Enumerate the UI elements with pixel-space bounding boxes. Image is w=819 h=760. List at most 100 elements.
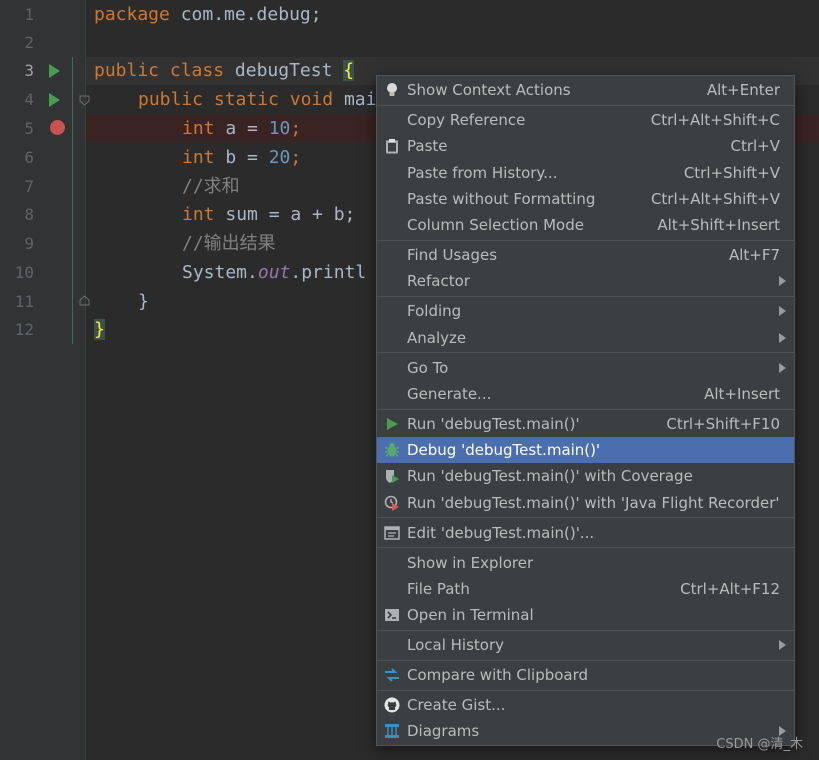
- coverage-icon: [386, 470, 399, 483]
- menu-item-show-in-explorer[interactable]: Show in Explorer: [377, 550, 794, 576]
- compare-icon: [385, 668, 399, 682]
- code-line[interactable]: public class debugTest {: [94, 57, 355, 85]
- profiler-icon: [384, 495, 399, 511]
- menu-item-label: Show Context Actions: [407, 81, 571, 99]
- code-line[interactable]: }: [138, 288, 149, 316]
- submenu-arrow-icon: [779, 306, 786, 316]
- breakpoint-icon[interactable]: [50, 120, 65, 135]
- menu-item-edit-configuration[interactable]: Edit 'debugTest.main()'...: [377, 520, 794, 546]
- menu-item-run-with-flight-recorder[interactable]: Run 'debugTest.main()' with 'Java Flight…: [377, 490, 794, 516]
- class-name: debugTest: [224, 60, 344, 81]
- run-main-gutter-icon[interactable]: [49, 93, 60, 107]
- code-line[interactable]: public static void mai: [138, 86, 376, 114]
- menu-item-copy-reference[interactable]: Copy Reference Ctrl+Alt+Shift+C: [377, 107, 794, 133]
- line-number: 6: [24, 148, 34, 167]
- code-comment[interactable]: //输出结果: [182, 230, 276, 258]
- number-literal: 10: [268, 118, 291, 139]
- code-line[interactable]: }: [94, 316, 105, 344]
- submenu-arrow-icon: [779, 333, 786, 343]
- menu-item-shortcut: Ctrl+Alt+F12: [680, 580, 780, 598]
- keyword: package: [94, 4, 170, 25]
- menu-separator: [377, 296, 794, 297]
- menu-item-column-selection-mode[interactable]: Column Selection Mode Alt+Shift+Insert: [377, 212, 794, 238]
- menu-separator: [377, 630, 794, 631]
- editor-gutter[interactable]: [0, 0, 86, 760]
- diagram-icon: [385, 724, 399, 738]
- code-line[interactable]: package com.me.debug;: [94, 1, 322, 29]
- menu-item-create-gist[interactable]: Create Gist...: [377, 692, 794, 718]
- menu-item-label: Debug 'debugTest.main()': [407, 441, 601, 459]
- menu-item-paste-without-formatting[interactable]: Paste without Formatting Ctrl+Alt+Shift+…: [377, 186, 794, 212]
- menu-item-shortcut: Alt+Insert: [704, 385, 780, 403]
- menu-item-paste-from-history[interactable]: Paste from History... Ctrl+Shift+V: [377, 160, 794, 186]
- code-line[interactable]: int sum = a + b;: [182, 201, 355, 229]
- menu-item-label: Generate...: [407, 385, 492, 403]
- run-class-gutter-icon[interactable]: [49, 64, 60, 78]
- code-comment[interactable]: //求和: [182, 173, 240, 201]
- menu-item-analyze[interactable]: Analyze: [377, 325, 794, 351]
- menu-item-shortcut: Ctrl+V: [730, 137, 780, 155]
- line-number: 11: [14, 292, 34, 311]
- code-line[interactable]: int b = 20;: [182, 144, 301, 172]
- menu-item-compare-with-clipboard[interactable]: Compare with Clipboard: [377, 662, 794, 688]
- menu-separator: [377, 409, 794, 410]
- line-number: 1: [24, 5, 34, 24]
- submenu-arrow-icon: [779, 640, 786, 650]
- menu-item-local-history[interactable]: Local History: [377, 632, 794, 658]
- menu-item-label: Run 'debugTest.main()': [407, 415, 580, 433]
- menu-item-debug-main[interactable]: Debug 'debugTest.main()': [377, 437, 794, 463]
- menu-item-shortcut: Alt+Enter: [706, 81, 780, 99]
- menu-item-run-main[interactable]: Run 'debugTest.main()' Ctrl+Shift+F10: [377, 411, 794, 437]
- line-number: 3: [24, 61, 34, 80]
- menu-separator: [377, 547, 794, 548]
- number-literal: 20: [268, 147, 291, 168]
- menu-item-run-with-coverage[interactable]: Run 'debugTest.main()' with Coverage: [377, 463, 794, 489]
- code-text: sum = a + b;: [214, 204, 356, 225]
- menu-item-find-usages[interactable]: Find Usages Alt+F7: [377, 242, 794, 268]
- menu-item-shortcut: Alt+F7: [728, 246, 780, 264]
- static-field: out: [257, 262, 291, 283]
- menu-item-folding[interactable]: Folding: [377, 298, 794, 324]
- menu-item-shortcut: Ctrl+Alt+Shift+C: [650, 111, 780, 129]
- fold-marker-icon[interactable]: [79, 95, 90, 106]
- editor-context-menu: Show Context Actions Alt+Enter Copy Refe…: [376, 75, 795, 746]
- menu-separator: [377, 690, 794, 691]
- code-line[interactable]: int a = 10;: [182, 115, 301, 143]
- menu-item-label: Refactor: [407, 272, 470, 290]
- menu-item-paste[interactable]: Paste Ctrl+V: [377, 133, 794, 159]
- menu-item-label: Find Usages: [407, 246, 498, 264]
- menu-item-shortcut: Ctrl+Alt+Shift+V: [650, 190, 780, 208]
- menu-item-open-in-terminal[interactable]: Open in Terminal: [377, 602, 794, 628]
- menu-item-label: Go To: [407, 359, 449, 377]
- menu-separator: [377, 352, 794, 353]
- menu-item-label: Show in Explorer: [407, 554, 534, 572]
- submenu-arrow-icon: [779, 276, 786, 286]
- keyword: void: [289, 89, 334, 110]
- edit-config-icon: [384, 526, 400, 540]
- menu-separator: [377, 660, 794, 661]
- watermark: CSDN @清_木: [716, 737, 803, 752]
- matched-brace: {: [343, 60, 355, 81]
- menu-item-shortcut: Alt+Shift+Insert: [657, 216, 780, 234]
- menu-separator: [377, 240, 794, 241]
- menu-item-label: Analyze: [407, 329, 467, 347]
- code-text: b =: [214, 147, 269, 168]
- code-text: System.: [182, 262, 258, 283]
- menu-item-generate[interactable]: Generate... Alt+Insert: [377, 381, 794, 407]
- menu-item-show-context-actions[interactable]: Show Context Actions Alt+Enter: [377, 77, 794, 103]
- code-line[interactable]: System.out.printl: [182, 259, 366, 287]
- fold-marker-icon[interactable]: [79, 295, 90, 306]
- code-text: com.me.debug;: [169, 4, 322, 25]
- menu-item-label: Compare with Clipboard: [407, 666, 589, 684]
- menu-item-label: Diagrams: [407, 722, 480, 740]
- menu-item-label: Run 'debugTest.main()' with 'Java Flight…: [407, 494, 780, 512]
- menu-item-file-path[interactable]: File Path Ctrl+Alt+F12: [377, 576, 794, 602]
- menu-item-go-to[interactable]: Go To: [377, 355, 794, 381]
- code-text: .printl: [290, 262, 367, 283]
- menu-item-shortcut: Ctrl+Shift+V: [683, 164, 780, 182]
- keyword: int: [182, 204, 215, 225]
- menu-item-label: Copy Reference: [407, 111, 526, 129]
- semicolon: ;: [290, 118, 302, 139]
- menu-item-refactor[interactable]: Refactor: [377, 268, 794, 294]
- menu-item-label: Edit 'debugTest.main()'...: [407, 524, 595, 542]
